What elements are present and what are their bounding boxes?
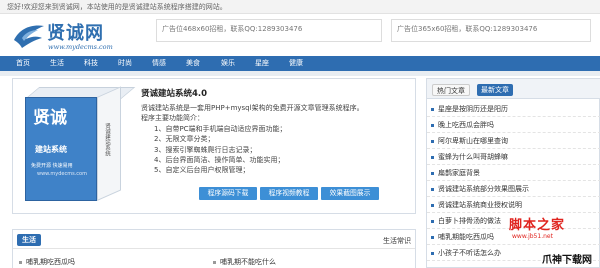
bullet-icon bbox=[431, 235, 434, 239]
nav-item-horoscope[interactable]: 星座 bbox=[255, 56, 269, 71]
list-item[interactable]: 贤诚建站系统商业授权说明 bbox=[427, 197, 600, 213]
box-side-text: 贤诚建站系统 bbox=[104, 123, 110, 156]
bullet-icon bbox=[431, 219, 434, 223]
list-item-label: 哺乳期不能吃什么 bbox=[220, 258, 276, 266]
box-subtitle: 建站系统 bbox=[35, 145, 67, 154]
bullet-icon bbox=[431, 251, 434, 255]
watermark-jb51: 脚本之家 bbox=[509, 218, 566, 233]
list-item[interactable]: 阿尔卑斯山在哪里查询 bbox=[427, 133, 600, 149]
life-section: 生活 生活常识 哺乳期吃西瓜吗 哺乳期不能吃什么 bbox=[12, 229, 416, 268]
list-item[interactable]: 哺乳期吃西瓜吗 bbox=[19, 257, 75, 267]
feature-line: 3、搜索引擎蜘蛛爬行日志记录； bbox=[154, 145, 257, 154]
feature-line: 程序主要功能简介： bbox=[141, 114, 204, 123]
list-item-label: 晚上吃西瓜会胖吗 bbox=[438, 121, 494, 129]
watermark-url: www.jb51.net bbox=[512, 233, 553, 240]
bullet-icon bbox=[431, 123, 434, 127]
list-item-label: 哺乳期吃西瓜吗 bbox=[26, 258, 75, 266]
nav-item-fashion[interactable]: 时尚 bbox=[118, 56, 132, 71]
section-category-link[interactable]: 生活常识 bbox=[383, 236, 411, 246]
bullet-icon bbox=[19, 260, 22, 264]
ad-banner-2[interactable]: 广告位365x60招租，联系QQ:1289303476 bbox=[391, 19, 591, 42]
bullet-icon bbox=[431, 171, 434, 175]
list-item-label: 贤诚建站系统部分效果图展示 bbox=[438, 185, 529, 193]
bullet-icon bbox=[431, 107, 434, 111]
product-box-image: 贤诚 建站系统 免费开源 快速易用 www.mydecms.com 贤诚建站系统 bbox=[25, 86, 136, 203]
feature-line: 1、自带PC端和手机端自动适应界面功能； bbox=[154, 124, 287, 133]
bullet-icon bbox=[431, 155, 434, 159]
list-item-label: 贤诚建站系统商业授权说明 bbox=[438, 201, 522, 209]
box-brand: 贤诚 bbox=[33, 108, 67, 128]
site-logo[interactable]: 贤诚网 www.mydecms.com bbox=[12, 18, 142, 54]
article-tabs: 热门文章 最新文章 bbox=[427, 79, 600, 99]
section-tag-life[interactable]: 生活 bbox=[17, 234, 41, 246]
bullet-icon bbox=[431, 203, 434, 207]
list-item[interactable]: 哺乳期不能吃什么 bbox=[213, 257, 276, 267]
tab-hot-articles[interactable]: 热门文章 bbox=[432, 84, 470, 96]
list-item[interactable]: 星座是按阴历还是阳历 bbox=[427, 101, 600, 117]
list-item[interactable]: 蜜蜂为什么叫哥胡蜂嘛 bbox=[427, 149, 600, 165]
tab-latest-articles[interactable]: 最新文章 bbox=[477, 84, 513, 96]
header: 贤诚网 www.mydecms.com 广告位468x60招租，联系QQ:128… bbox=[0, 14, 600, 56]
list-item-label: 阿尔卑斯山在哪里查询 bbox=[438, 137, 508, 145]
box-url: www.mydecms.com bbox=[37, 171, 87, 177]
nav-item-entertainment[interactable]: 娱乐 bbox=[221, 56, 235, 71]
nav-item-tech[interactable]: 科技 bbox=[84, 56, 98, 71]
screenshot-demo-button[interactable]: 效果截图展示 bbox=[321, 187, 379, 200]
feature-line: 4、后台界面简洁、操作简单、功能实用； bbox=[154, 156, 285, 165]
video-tutorial-button[interactable]: 程序视频教程 bbox=[260, 187, 318, 200]
nav-item-food[interactable]: 美食 bbox=[186, 56, 200, 71]
list-item-label: 蜜蜂为什么叫哥胡蜂嘛 bbox=[438, 153, 508, 161]
list-item[interactable]: 扁鹊家庭背景 bbox=[427, 165, 600, 181]
list-item-label: 星座是按阴历还是阳历 bbox=[438, 105, 508, 113]
bullet-icon bbox=[431, 187, 434, 191]
nav-item-home[interactable]: 首页 bbox=[16, 56, 30, 71]
watermark-corner: 爪神下载网 bbox=[542, 255, 592, 266]
ad-banner-1[interactable]: 广告位468x60招租，联系QQ:1289303476 bbox=[156, 19, 382, 42]
list-item-label: 哺乳期能吃西瓜吗 bbox=[438, 233, 494, 241]
bird-logo-icon bbox=[14, 25, 44, 48]
bullet-icon bbox=[213, 260, 216, 264]
feature-line: 贤诚建站系统是一套用PHP+mysql架构的免费开源文章管理系统程序。 bbox=[141, 104, 364, 112]
bullet-icon bbox=[431, 139, 434, 143]
nav-item-emotion[interactable]: 情感 bbox=[152, 56, 166, 71]
download-source-button[interactable]: 程序源码下载 bbox=[199, 187, 257, 200]
top-bar: 您好!欢迎您来到贤诚网，本站使用的是贤诚建站系统程序搭建的网站。 bbox=[0, 0, 600, 14]
feature-line: 5、自定义后台用户权限管理； bbox=[154, 166, 250, 175]
feature-panel: 贤诚 建站系统 免费开源 快速易用 www.mydecms.com 贤诚建站系统… bbox=[12, 78, 416, 214]
list-item[interactable]: 晚上吃西瓜会胖吗 bbox=[427, 117, 600, 133]
list-item-label: 白萝卜排骨汤的做法 bbox=[438, 217, 501, 225]
feature-title[interactable]: 贤诚建站系统4.0 bbox=[141, 87, 207, 99]
logo-url: www.mydecms.com bbox=[48, 43, 113, 51]
list-item-label: 小孩子不听话怎么办 bbox=[438, 249, 501, 257]
feature-line: 2、无限文章分类； bbox=[154, 135, 215, 144]
section-header: 生活 生活常识 bbox=[13, 230, 415, 249]
logo-name: 贤诚网 bbox=[47, 23, 104, 44]
welcome-text: 您好!欢迎您来到贤诚网，本站使用的是贤诚建站系统程序搭建的网站。 bbox=[7, 3, 227, 11]
nav-item-health[interactable]: 健康 bbox=[289, 56, 303, 71]
divider bbox=[0, 71, 600, 76]
box-tagline: 免费开源 快速易用 bbox=[31, 163, 73, 169]
list-item-label: 扁鹊家庭背景 bbox=[438, 169, 480, 177]
list-item[interactable]: 贤诚建站系统部分效果图展示 bbox=[427, 181, 600, 197]
nav-item-life[interactable]: 生活 bbox=[50, 56, 64, 71]
feature-description: 贤诚建站系统是一套用PHP+mysql架构的免费开源文章管理系统程序。 程序主要… bbox=[141, 103, 409, 176]
main-nav: 首页 生活 科技 时尚 情感 美食 娱乐 星座 健康 bbox=[0, 56, 600, 71]
